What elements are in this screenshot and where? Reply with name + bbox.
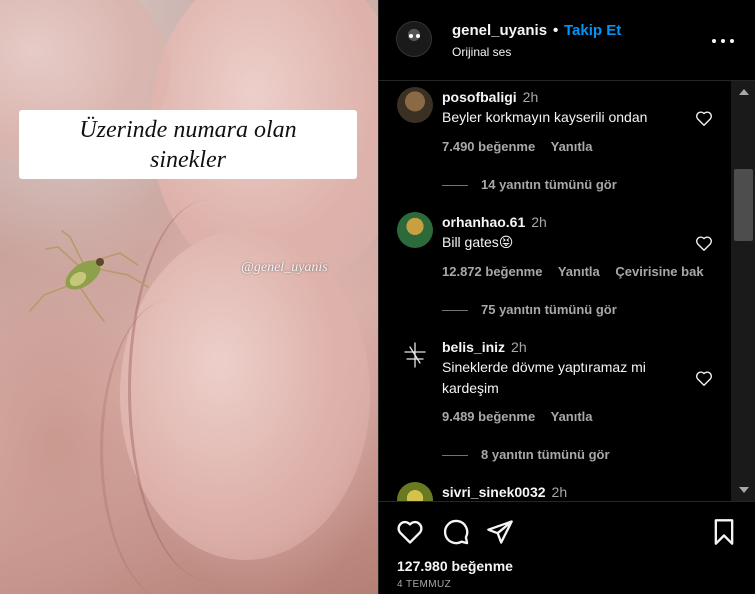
more-horizontal-icon[interactable]: [711, 30, 735, 50]
fly-image: [29, 230, 149, 322]
comment-username[interactable]: sivri_sinek0032 2h: [442, 484, 567, 500]
avatar[interactable]: [397, 87, 433, 123]
post-side-panel: genel_uyanis • Takip Et Orijinal ses pos…: [378, 0, 755, 594]
scroll-thumb[interactable]: [734, 169, 753, 241]
bookmark-icon[interactable]: [710, 518, 738, 546]
watermark: @genel_uyanis: [241, 260, 328, 275]
audio-label[interactable]: Orijinal ses: [452, 45, 511, 59]
translate-button[interactable]: Çevirisine bak: [615, 264, 703, 279]
comments-list[interactable]: posofbaligi 2h Beyler korkmayın kayserili…: [379, 81, 755, 501]
comment-time: 2h: [522, 89, 539, 105]
reply-button[interactable]: Yanıtla: [551, 409, 593, 424]
comment-icon[interactable]: [442, 518, 470, 546]
comments-scrollbar[interactable]: [731, 81, 755, 501]
view-replies-button[interactable]: 14 yanıtın tümünü gör: [442, 177, 617, 192]
comment-text: Beyler korkmayın kayserili ondan: [442, 109, 648, 125]
avatar[interactable]: [397, 482, 433, 501]
heart-icon[interactable]: [695, 370, 713, 387]
header-username[interactable]: genel_uyanis: [452, 22, 547, 39]
caption-line-1: Üzerinde numara olan: [79, 117, 297, 143]
post-media[interactable]: Üzerinde numara olan sinekler @genel_uya…: [0, 0, 378, 594]
scroll-up-arrow-icon[interactable]: [739, 89, 749, 95]
comment-text: Bill gates😝: [442, 234, 514, 250]
send-icon[interactable]: [486, 518, 514, 546]
follow-button[interactable]: Takip Et: [564, 22, 621, 39]
comment-likes[interactable]: 9.489 beğenme: [442, 409, 535, 424]
comment-meta: 12.872 beğenme Yanıtla Çevirisine bak: [442, 264, 716, 279]
comment-meta: 7.490 beğenme Yanıtla: [442, 139, 605, 154]
comment-text: Sineklerde dövme yaptıramaz mi kardeşim: [442, 359, 646, 396]
separator-dot: •: [553, 22, 559, 39]
scroll-down-arrow-icon[interactable]: [739, 487, 749, 493]
view-replies-button[interactable]: 75 yanıtın tümünü gör: [442, 302, 617, 317]
comment-meta: 9.489 beğenme Yanıtla: [442, 409, 605, 424]
skin-crease: [100, 300, 240, 594]
avatar[interactable]: [396, 21, 432, 57]
heart-icon[interactable]: [695, 235, 713, 252]
reply-button[interactable]: Yanıtla: [551, 139, 593, 154]
comment-likes[interactable]: 7.490 beğenme: [442, 139, 535, 154]
comment-time: 2h: [511, 339, 527, 355]
comment-likes[interactable]: 12.872 beğenme: [442, 264, 542, 279]
video-caption: Üzerinde numara olan sinekler: [19, 110, 357, 179]
avatar[interactable]: [397, 212, 433, 248]
heart-icon[interactable]: [695, 110, 713, 127]
comment-time: 2h: [531, 214, 547, 230]
post-date: 4 TEMMUZ: [397, 579, 452, 590]
comment-username[interactable]: belis_iniz 2h: [442, 339, 527, 355]
view-replies-button[interactable]: 8 yanıtın tümünü gör: [442, 447, 610, 462]
post-likes[interactable]: 127.980 beğenme: [397, 558, 513, 574]
heart-icon[interactable]: [396, 518, 424, 546]
reply-button[interactable]: Yanıtla: [558, 264, 600, 279]
comment-username[interactable]: orhanhao.61 2h: [442, 214, 547, 230]
comment-username[interactable]: posofbaligi 2h: [442, 89, 538, 105]
post-actions: 127.980 beğenme 4 TEMMUZ: [379, 501, 755, 594]
comment-time: 2h: [551, 484, 568, 500]
caption-line-2: sinekler: [150, 147, 226, 173]
post-header: genel_uyanis • Takip Et Orijinal ses: [379, 0, 755, 81]
avatar[interactable]: [397, 337, 433, 373]
